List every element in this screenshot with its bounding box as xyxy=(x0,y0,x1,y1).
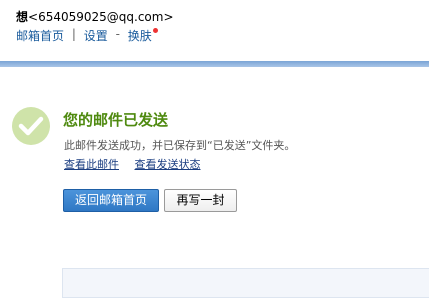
success-description: 此邮件发送成功，并已保存到“已发送”文件夹。 xyxy=(64,139,296,152)
success-title: 您的邮件已发送 xyxy=(63,111,169,129)
user-email: <654059025@qq.com> xyxy=(28,10,174,24)
settings-link[interactable]: 设置 xyxy=(84,27,108,44)
nav-separator: | xyxy=(71,27,76,41)
back-to-mailbox-button[interactable]: 返回邮箱首页 xyxy=(63,189,159,212)
change-skin-link[interactable]: 换肤 xyxy=(128,27,152,44)
top-bar: 想<654059025@qq.com> 邮箱首页 | 设置 - 换肤 xyxy=(0,0,429,60)
notification-dot-icon xyxy=(152,28,158,33)
success-check-icon xyxy=(12,107,50,145)
user-info: 想<654059025@qq.com> xyxy=(16,8,174,25)
mailbox-home-link[interactable]: 邮箱首页 xyxy=(16,27,64,44)
bottom-panel xyxy=(62,268,429,298)
top-nav: 邮箱首页 | 设置 - 换肤 xyxy=(16,27,158,44)
view-send-status-link[interactable]: 查看发送状态 xyxy=(135,158,201,171)
header-divider xyxy=(0,61,429,67)
user-name: 想 xyxy=(16,10,29,24)
write-another-button[interactable]: 再写一封 xyxy=(164,189,237,212)
result-links: 查看此邮件 查看发送状态 xyxy=(64,156,213,172)
nav-separator: - xyxy=(115,27,120,41)
view-mail-link[interactable]: 查看此邮件 xyxy=(64,158,119,171)
